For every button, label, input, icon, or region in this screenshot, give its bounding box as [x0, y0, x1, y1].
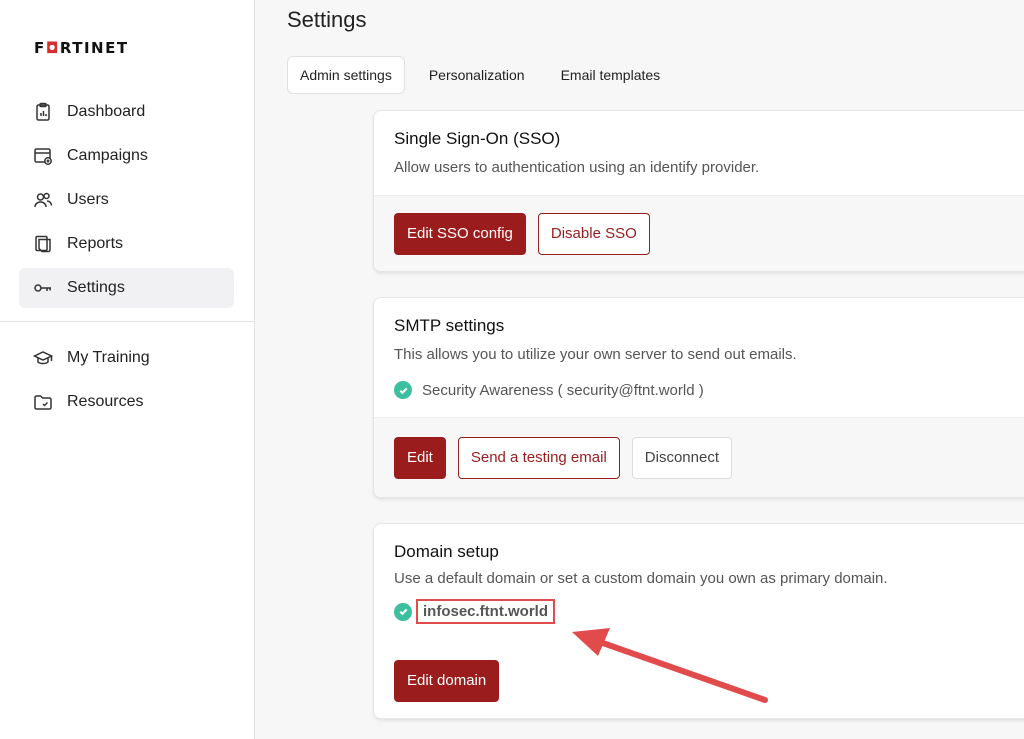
nav-label: Resources: [67, 393, 144, 410]
secondary-nav: My Training Resources: [19, 338, 234, 426]
nav-label: Users: [67, 191, 109, 208]
clipboard-chart-icon: [33, 102, 53, 122]
nav-item-my-training[interactable]: My Training: [19, 338, 234, 378]
browser-plus-icon: [33, 146, 53, 166]
domain-value: infosec.ftnt.world: [416, 599, 555, 624]
disable-sso-button[interactable]: Disable SSO: [537, 212, 650, 255]
tab-email-templates[interactable]: Email templates: [549, 56, 673, 94]
graduation-cap-icon: [33, 348, 53, 368]
sso-description: Allow users to authentication using an i…: [394, 159, 760, 176]
primary-nav: Dashboard Campaigns Users Reports Settin…: [19, 92, 234, 312]
tab-personalization[interactable]: Personalization: [417, 56, 537, 94]
tab-admin-settings[interactable]: Admin settings: [287, 56, 405, 94]
edit-sso-config-button[interactable]: Edit SSO config: [394, 212, 526, 255]
send-testing-email-button[interactable]: Send a testing email: [457, 436, 620, 479]
settings-tabs: Admin settings Personalization Email tem…: [287, 56, 672, 94]
smtp-description: This allows you to utilize your own serv…: [394, 346, 797, 363]
nav-label: Settings: [67, 279, 125, 296]
nav-item-resources[interactable]: Resources: [19, 382, 234, 422]
smtp-actions: Edit Send a testing email Disconnect: [374, 417, 1024, 497]
edit-smtp-button[interactable]: Edit: [394, 436, 446, 479]
edit-domain-button[interactable]: Edit domain: [394, 659, 500, 702]
nav-item-reports[interactable]: Reports: [19, 224, 234, 264]
report-icon: [33, 234, 53, 254]
fortinet-logo[interactable]: F◘RTINET: [34, 39, 129, 57]
smtp-status-text: Security Awareness ( security@ftnt.world…: [422, 381, 704, 399]
disconnect-button[interactable]: Disconnect: [631, 436, 732, 479]
domain-description: Use a default domain or set a custom dom…: [394, 570, 888, 587]
nav-label: Reports: [67, 235, 124, 252]
nav-item-settings[interactable]: Settings: [19, 268, 234, 308]
nav-label: Campaigns: [67, 147, 148, 164]
nav-item-users[interactable]: Users: [19, 180, 234, 220]
check-circle-icon: [394, 381, 412, 399]
sso-actions: Edit SSO config Disable SSO: [374, 195, 1024, 271]
nav-divider: [0, 321, 255, 322]
annotation-arrow-icon: [572, 628, 768, 703]
key-icon: [33, 278, 53, 298]
sso-card: Single Sign-On (SSO) Allow users to auth…: [373, 110, 1024, 272]
users-icon: [33, 190, 53, 210]
nav-item-dashboard[interactable]: Dashboard: [19, 92, 234, 132]
smtp-status: Security Awareness ( security@ftnt.world…: [394, 381, 1024, 399]
nav-label: Dashboard: [67, 103, 146, 120]
domain-title: Domain setup: [394, 542, 499, 561]
smtp-title: SMTP settings: [394, 316, 505, 335]
check-circle-icon: [394, 602, 412, 621]
sso-title: Single Sign-On (SSO): [394, 129, 561, 148]
smtp-card: SMTP settings This allows you to utilize…: [373, 297, 1024, 498]
page-title: Settings: [287, 7, 367, 32]
sidebar: F◘RTINET Dashboard Campaigns Users Repor…: [0, 0, 255, 739]
nav-label: My Training: [67, 349, 150, 366]
folder-check-icon: [33, 392, 53, 412]
nav-item-campaigns[interactable]: Campaigns: [19, 136, 234, 176]
